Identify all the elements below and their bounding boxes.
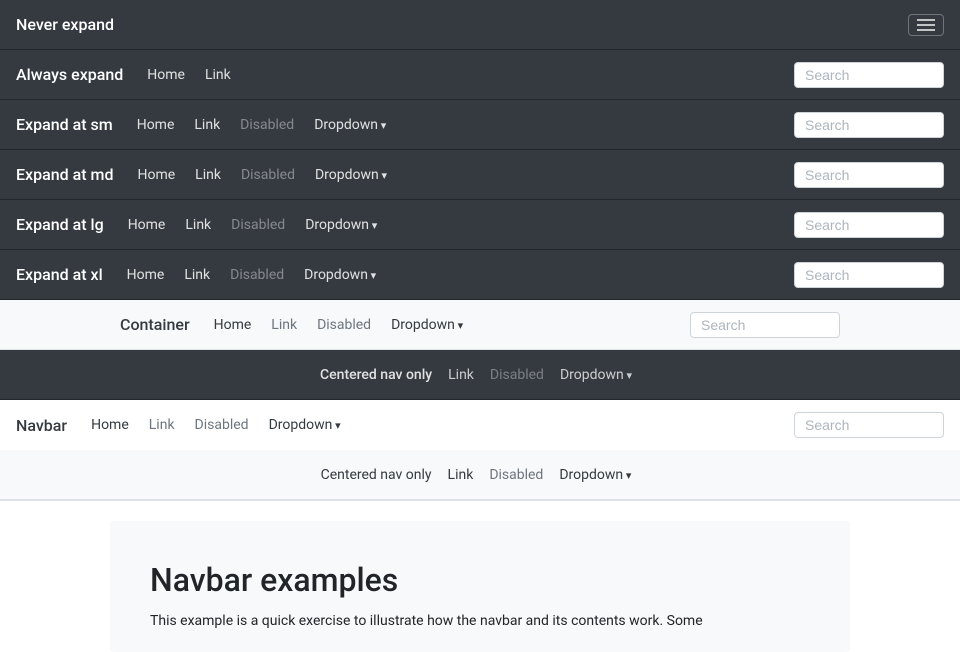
nav-home-lg[interactable]: Home [120, 211, 174, 239]
search-input-always[interactable] [794, 62, 944, 88]
nav-link-xl[interactable]: Link [176, 261, 218, 289]
search-area-white [794, 412, 944, 438]
centered-nav-link-light[interactable]: Link [440, 461, 482, 489]
centered-nav-dark: Centered nav only Link Disabled Dropdown [0, 350, 960, 400]
nav-home-container[interactable]: Home [206, 311, 260, 339]
centered-nav-link-dark[interactable]: Link [440, 361, 482, 389]
white-navbar: Navbar Home Link Disabled Dropdown [0, 400, 960, 450]
nav-links-lg: Home Link Disabled Dropdown [120, 211, 794, 239]
nav-dropdown-xl[interactable]: Dropdown [296, 261, 384, 289]
nav-links-white: Home Link Disabled Dropdown [83, 411, 794, 439]
nav-links-md: Home Link Disabled Dropdown [129, 161, 794, 189]
navbar-brand-sm: Expand at sm [16, 115, 113, 134]
navbar-toggler-never-expand[interactable] [908, 14, 944, 36]
container-inner: Container Home Link Disabled Dropdown [120, 311, 840, 339]
search-input-md[interactable] [794, 162, 944, 188]
nav-links-always-expand: Home Link [139, 61, 794, 89]
nav-link-md[interactable]: Link [187, 161, 229, 189]
content-title: Navbar examples [150, 561, 810, 599]
container-navbar: Container Home Link Disabled Dropdown [0, 300, 960, 350]
search-input-container[interactable] [690, 312, 840, 338]
navbar-expand-sm: Expand at sm Home Link Disabled Dropdown [0, 100, 960, 150]
search-area-always [794, 62, 944, 88]
nav-link-always[interactable]: Link [197, 61, 239, 89]
navbar-brand-never-expand: Never expand [16, 15, 114, 34]
centered-nav-dropdown-light[interactable]: Dropdown [551, 461, 639, 489]
navbar-always-expand: Always expand Home Link [0, 50, 960, 100]
search-input-lg[interactable] [794, 212, 944, 238]
nav-dropdown-md[interactable]: Dropdown [307, 161, 395, 189]
search-area-md [794, 162, 944, 188]
nav-disabled-container: Disabled [309, 311, 379, 339]
container-brand: Container [120, 315, 190, 334]
search-area-container [690, 312, 840, 338]
search-area-xl [794, 262, 944, 288]
navbar-expand-lg: Expand at lg Home Link Disabled Dropdown [0, 200, 960, 250]
search-input-sm[interactable] [794, 112, 944, 138]
search-area-sm [794, 112, 944, 138]
nav-dropdown-lg[interactable]: Dropdown [297, 211, 385, 239]
main-content: Navbar examples This example is a quick … [0, 521, 960, 652]
content-description: This example is a quick exercise to illu… [150, 611, 810, 632]
nav-link-container[interactable]: Link [263, 311, 305, 339]
nav-home-xl[interactable]: Home [119, 261, 173, 289]
centered-nav-disabled-dark: Disabled [482, 361, 552, 389]
nav-home-white[interactable]: Home [83, 411, 137, 439]
nav-links-xl: Home Link Disabled Dropdown [119, 261, 794, 289]
nav-dropdown-sm[interactable]: Dropdown [306, 111, 394, 139]
search-input-white[interactable] [794, 412, 944, 438]
nav-home-md[interactable]: Home [129, 161, 183, 189]
navbar-expand-md: Expand at md Home Link Disabled Dropdown [0, 150, 960, 200]
nav-link-sm[interactable]: Link [186, 111, 228, 139]
centered-nav-dark-label: Centered nav only [320, 367, 432, 383]
centered-nav-disabled-light: Disabled [481, 461, 551, 489]
nav-dropdown-container[interactable]: Dropdown [383, 311, 471, 339]
navbar-brand-xl: Expand at xl [16, 265, 103, 284]
nav-disabled-md: Disabled [233, 161, 303, 189]
nav-disabled-sm: Disabled [232, 111, 302, 139]
navbar-never-expand: Never expand [0, 0, 960, 50]
centered-nav-light-label: Centered nav only [321, 467, 432, 483]
hamburger-icon [917, 19, 935, 31]
white-nav-brand: Navbar [16, 416, 67, 435]
white-section: Navbar Home Link Disabled Dropdown Cente… [0, 400, 960, 501]
content-card: Navbar examples This example is a quick … [110, 521, 850, 652]
navbar-expand-xl: Expand at xl Home Link Disabled Dropdown [0, 250, 960, 300]
search-input-xl[interactable] [794, 262, 944, 288]
nav-link-lg[interactable]: Link [177, 211, 219, 239]
centered-nav-dropdown-dark[interactable]: Dropdown [552, 361, 640, 389]
nav-home-always[interactable]: Home [139, 61, 193, 89]
nav-disabled-white: Disabled [187, 411, 257, 439]
nav-link-white[interactable]: Link [141, 411, 183, 439]
nav-disabled-xl: Disabled [222, 261, 292, 289]
nav-links-container: Home Link Disabled Dropdown [206, 311, 690, 339]
navbar-brand-md: Expand at md [16, 165, 113, 184]
nav-dropdown-white[interactable]: Dropdown [261, 411, 349, 439]
navbar-brand-lg: Expand at lg [16, 215, 104, 234]
nav-home-sm[interactable]: Home [129, 111, 183, 139]
nav-links-sm: Home Link Disabled Dropdown [129, 111, 794, 139]
nav-disabled-lg: Disabled [223, 211, 293, 239]
search-area-lg [794, 212, 944, 238]
centered-nav-light: Centered nav only Link Disabled Dropdown [0, 450, 960, 500]
navbar-brand-always-expand: Always expand [16, 65, 123, 84]
